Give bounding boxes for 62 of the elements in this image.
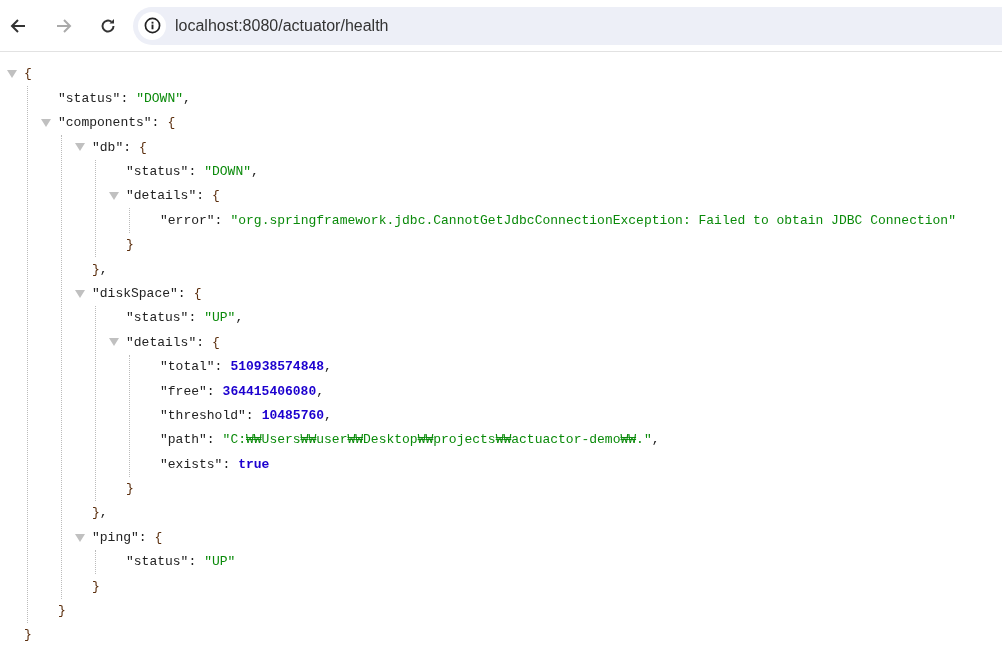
- left-arrow-icon: [10, 17, 26, 34]
- json-key: "path":: [160, 430, 215, 450]
- url-text: localhost:8080/actuator/health: [175, 15, 389, 36]
- json-key: "status":: [126, 308, 197, 328]
- json-key: "free":: [160, 381, 215, 401]
- collapse-triangle-icon[interactable]: [7, 69, 17, 80]
- open-brace: {: [139, 138, 147, 157]
- comma: ,: [651, 431, 660, 450]
- reload-icon: [100, 17, 116, 34]
- open-brace: {: [154, 528, 163, 547]
- collapse-triangle-icon[interactable]: [75, 532, 85, 543]
- json-value: "DOWN": [136, 89, 184, 108]
- json-value: 364415406080: [222, 382, 317, 401]
- json-value: "C:₩₩Users₩₩user₩₩Desktop₩₩projects₩₩actuactor-demo₩₩.": [222, 431, 652, 450]
- comma: ,: [183, 89, 191, 108]
- json-key: "total":: [160, 357, 223, 377]
- close-brace: }: [126, 480, 134, 499]
- close-brace: }: [92, 504, 100, 523]
- json-value: 510938574848: [230, 358, 325, 377]
- comma: ,: [99, 260, 108, 279]
- json-value: true: [238, 455, 270, 474]
- json-key: "status":: [126, 162, 197, 182]
- json-key: "threshold":: [160, 405, 254, 426]
- json-value: "UP": [204, 309, 236, 328]
- right-arrow-icon: [56, 17, 72, 34]
- collapse-triangle-icon[interactable]: [75, 288, 85, 299]
- comma: ,: [251, 163, 259, 181]
- open-brace: {: [212, 187, 220, 206]
- close-brace: }: [24, 626, 32, 645]
- json-key: "components":: [58, 113, 160, 133]
- collapse-triangle-icon[interactable]: [109, 191, 119, 202]
- collapse-triangle-icon[interactable]: [41, 117, 51, 128]
- address-bar[interactable]: localhost:8080/actuator/health: [133, 6, 1002, 45]
- open-brace: {: [193, 284, 202, 303]
- json-key: "exists":: [160, 454, 231, 475]
- json-key: "error":: [160, 210, 223, 231]
- info-icon[interactable]: [138, 11, 166, 40]
- comma: ,: [316, 382, 325, 401]
- close-brace: }: [58, 602, 66, 621]
- open-brace: {: [212, 333, 220, 352]
- close-brace: }: [92, 260, 100, 279]
- json-key: "db":: [92, 137, 131, 158]
- close-brace: }: [126, 236, 134, 255]
- json-key: "status":: [126, 552, 197, 572]
- json-key: "details":: [126, 186, 204, 206]
- comma: ,: [324, 358, 332, 377]
- json-value: "UP": [204, 553, 236, 572]
- comma: ,: [324, 406, 332, 425]
- open-brace: {: [167, 114, 176, 133]
- json-value: 10485760: [261, 406, 325, 425]
- json-value: "org.springframework.jdbc.CannotGetJdbcConnectionException: Failed to obtain JDBC Connection": [230, 211, 956, 230]
- open-brace: {: [24, 65, 32, 84]
- comma: ,: [99, 504, 108, 523]
- comma: ,: [235, 309, 244, 328]
- json-value: "DOWN": [204, 163, 252, 181]
- json-key: "diskSpace":: [92, 283, 186, 304]
- json-key: "details":: [126, 332, 204, 353]
- close-brace: }: [92, 577, 100, 596]
- collapse-triangle-icon[interactable]: [75, 142, 85, 153]
- json-key: "ping":: [92, 527, 147, 548]
- collapse-triangle-icon[interactable]: [109, 337, 119, 348]
- json-key: "status":: [58, 88, 129, 109]
